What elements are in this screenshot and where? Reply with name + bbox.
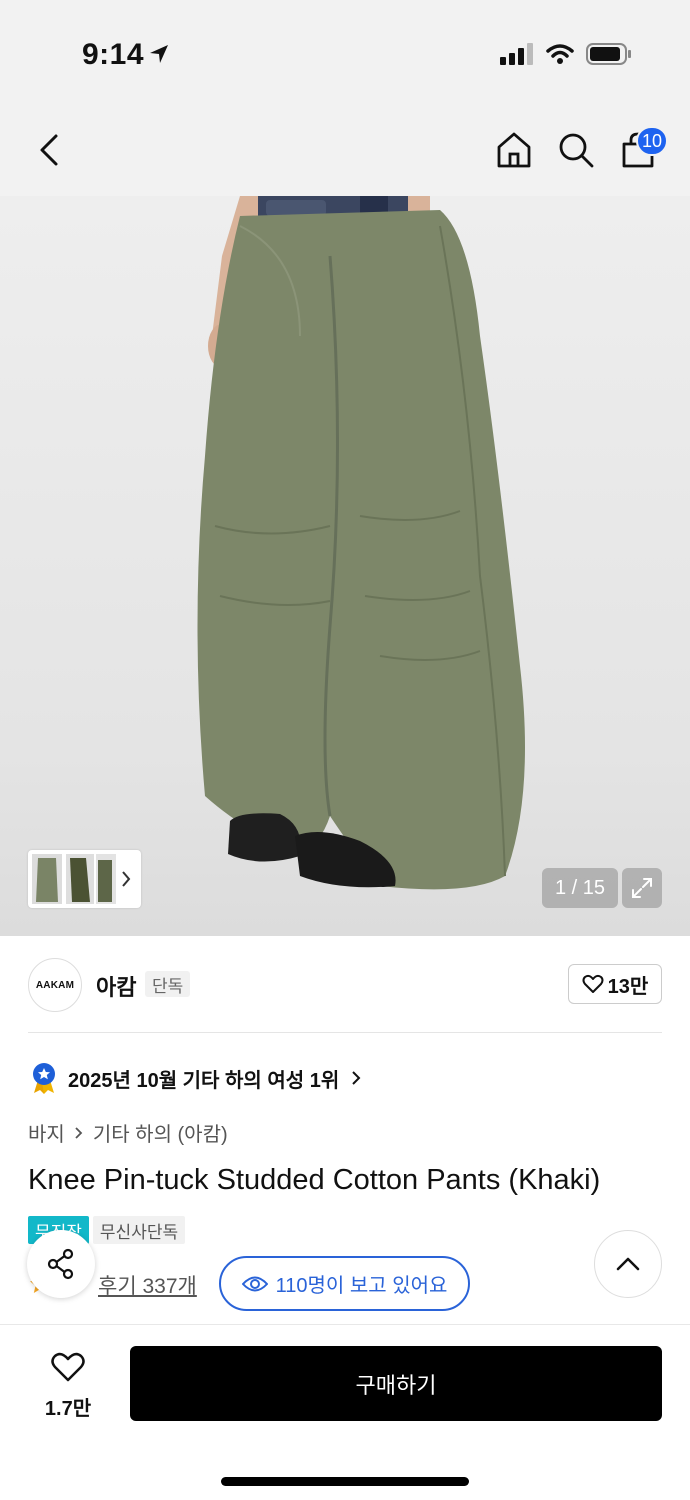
bottom-action-bar: 1.7만 구매하기 xyxy=(0,1324,690,1500)
wishlist-button[interactable]: 1.7만 xyxy=(28,1351,108,1421)
tag-musinsa-exclusive: 무신사단독 xyxy=(92,1216,186,1244)
breadcrumb: 바지 기타 하의 (아캄) xyxy=(28,1118,228,1147)
viewers-pill: 110명이 보고 있어요 xyxy=(219,1256,470,1311)
ranking-link[interactable]: 2025년 10월 기타 하의 여성 1위 xyxy=(30,1062,363,1094)
heart-icon xyxy=(582,974,604,993)
thumbnail-strip[interactable] xyxy=(28,850,141,908)
product-title: Knee Pin-tuck Studded Cotton Pants (Khak… xyxy=(28,1164,601,1196)
brand-logo[interactable]: AAKAM xyxy=(28,958,82,1012)
back-icon[interactable] xyxy=(30,130,70,170)
brand-like-button[interactable]: 13만 xyxy=(568,964,662,1004)
scroll-top-button[interactable] xyxy=(594,1230,662,1298)
search-icon[interactable] xyxy=(556,130,596,170)
home-indicator xyxy=(221,1477,469,1486)
review-count-link[interactable]: 후기 337개 xyxy=(98,1270,197,1300)
status-icons xyxy=(500,42,632,66)
chevron-up-icon xyxy=(616,1257,640,1271)
eye-icon xyxy=(241,1276,268,1291)
wifi-icon xyxy=(546,44,574,64)
product-photo xyxy=(197,196,525,890)
cart-count-badge: 10 xyxy=(636,126,668,156)
status-bar: 9:14 xyxy=(0,0,690,100)
nav-bar xyxy=(0,100,690,196)
status-time: 9:14 xyxy=(82,38,145,71)
heart-icon xyxy=(51,1352,85,1382)
ranking-badge-icon xyxy=(33,1063,55,1094)
home-icon[interactable] xyxy=(494,130,534,170)
image-page-counter: 1 / 15 xyxy=(542,868,618,908)
share-button[interactable] xyxy=(27,1230,95,1298)
thumbnail-images xyxy=(32,854,131,904)
ranking-text: 2025년 10월 기타 하의 여성 1위 xyxy=(68,1069,340,1092)
location-arrow-icon xyxy=(150,45,168,63)
signal-icon xyxy=(500,43,533,65)
chevron-right-icon xyxy=(75,1126,83,1139)
breadcrumb-subcategory[interactable]: 기타 하의 (아캄) xyxy=(93,1118,228,1147)
brand-exclusive-tag: 단독 xyxy=(145,971,191,997)
wishlist-count: 1.7만 xyxy=(44,1398,92,1420)
battery-icon xyxy=(586,43,631,65)
buy-button[interactable]: 구매하기 xyxy=(130,1346,662,1421)
viewers-text: 110명이 보고 있어요 xyxy=(275,1275,448,1297)
chevron-right-icon xyxy=(352,1071,361,1085)
brand-row: AAKAM 아캄 단독 13만 xyxy=(28,958,662,1012)
expand-button[interactable] xyxy=(622,868,662,908)
product-image-gallery[interactable]: 1 / 15 xyxy=(0,196,690,936)
brand-like-count: 13만 xyxy=(607,975,649,998)
brand-name[interactable]: 아캄 xyxy=(96,970,136,1002)
divider xyxy=(28,1032,662,1033)
share-icon xyxy=(47,1248,74,1280)
breadcrumb-category[interactable]: 바지 xyxy=(28,1118,65,1147)
expand-icon xyxy=(632,878,652,898)
